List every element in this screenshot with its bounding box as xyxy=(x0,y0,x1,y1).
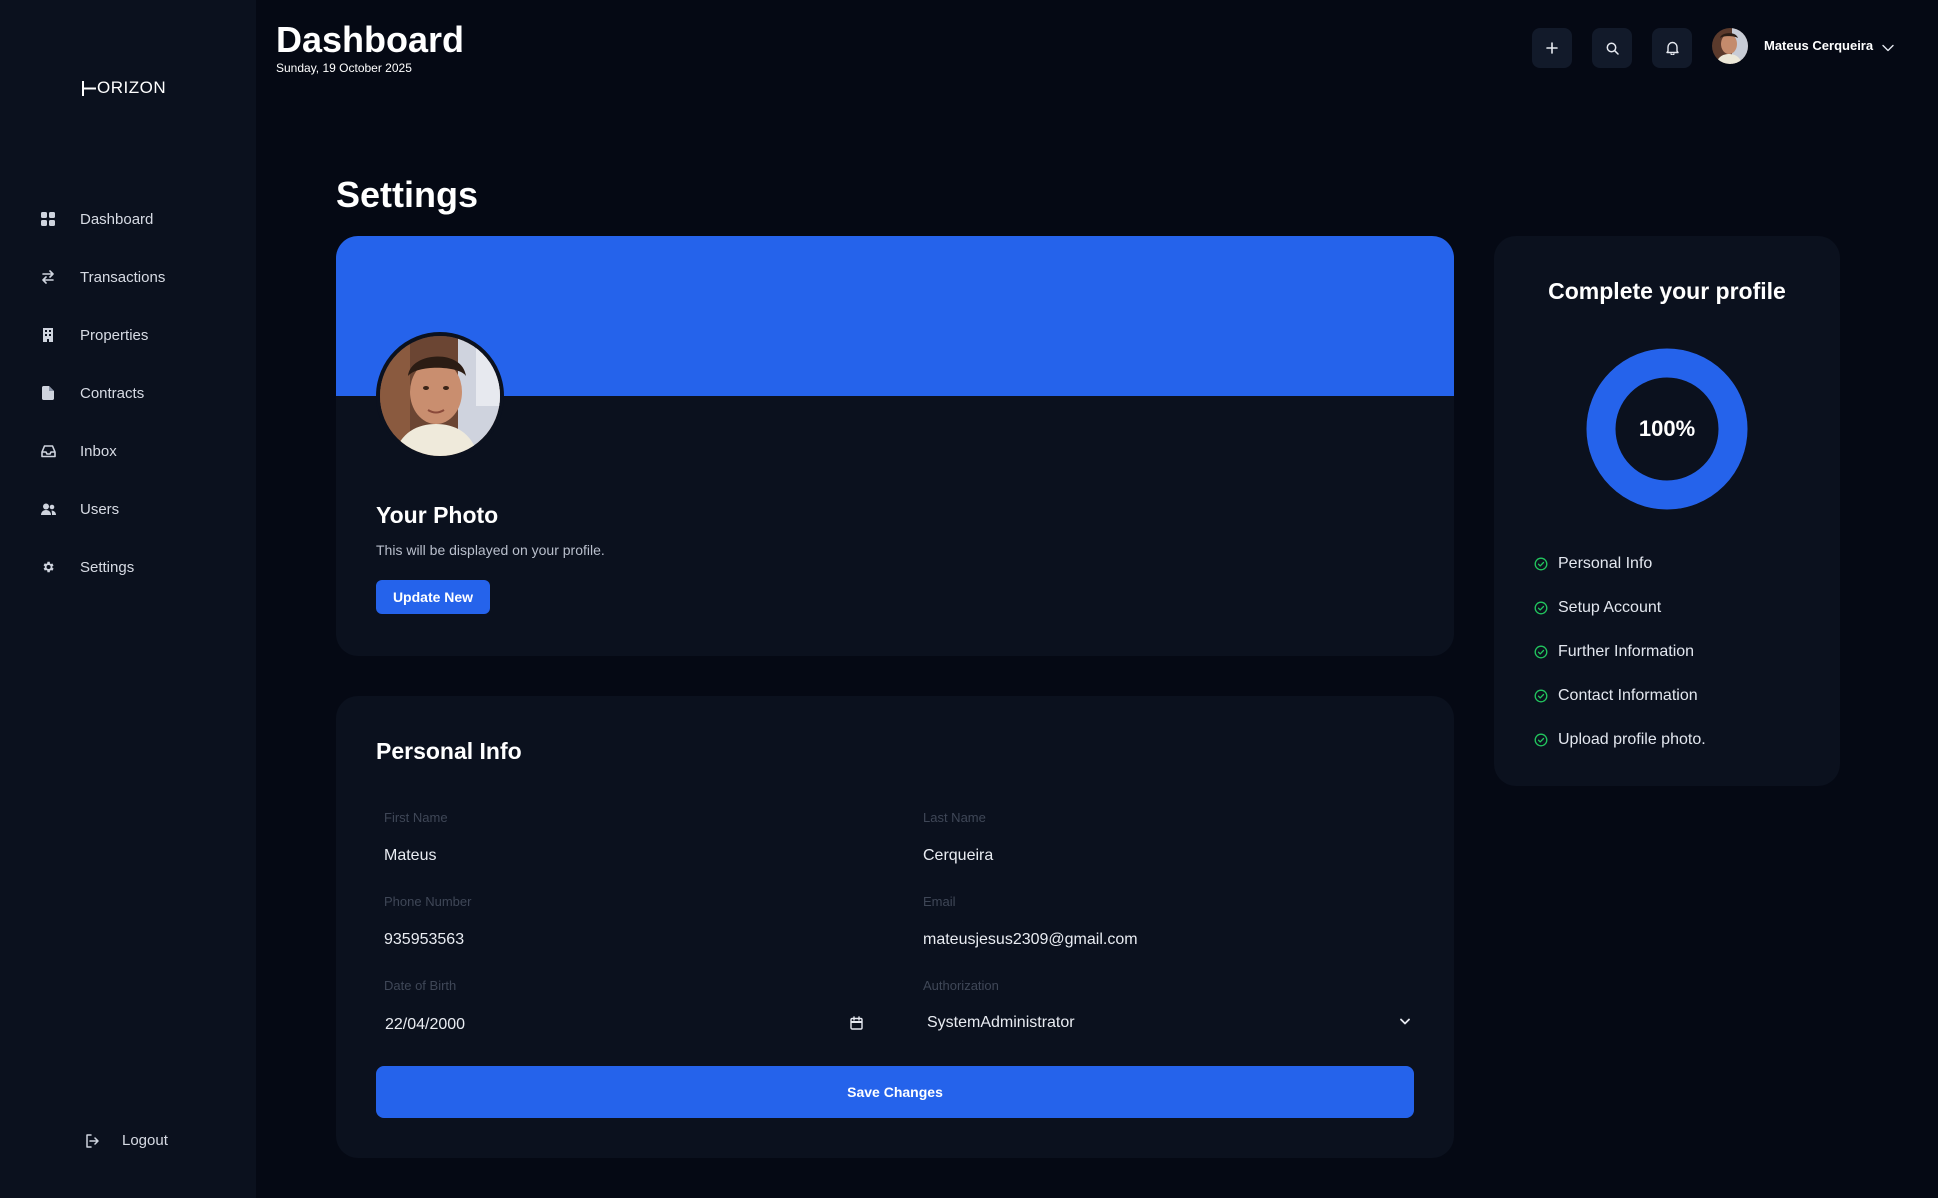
last-name-field[interactable]: Cerqueira xyxy=(923,847,993,865)
document-icon xyxy=(40,385,56,401)
dob-field[interactable]: 22/04/2000 xyxy=(385,1016,465,1034)
profile-photo xyxy=(376,332,504,460)
inbox-icon xyxy=(40,443,56,459)
profile-banner xyxy=(336,236,1454,396)
add-button[interactable] xyxy=(1532,28,1572,68)
sidebar-item-label: Contracts xyxy=(80,384,145,402)
phone-field[interactable]: 935953563 xyxy=(384,931,464,949)
first-name-label: First Name xyxy=(384,810,448,825)
checklist-label: Setup Account xyxy=(1558,599,1662,616)
chevron-down-icon[interactable] xyxy=(1882,39,1894,57)
check-circle-icon xyxy=(1534,601,1548,615)
save-changes-button[interactable]: Save Changes xyxy=(376,1066,1414,1118)
logout-icon xyxy=(84,1133,100,1149)
checklist-label: Upload profile photo. xyxy=(1558,731,1706,748)
chevron-down-icon[interactable] xyxy=(1400,1018,1410,1025)
sidebar-item-transactions[interactable]: Transactions xyxy=(0,248,256,306)
sidebar-item-label: Properties xyxy=(80,326,149,344)
phone-label: Phone Number xyxy=(384,894,472,909)
users-icon xyxy=(40,501,56,517)
h-bar-icon xyxy=(82,80,96,96)
update-photo-button[interactable]: Update New xyxy=(376,580,490,614)
list-item: Further Information xyxy=(1534,630,1706,674)
sidebar-item-contracts[interactable]: Contracts xyxy=(0,364,256,422)
authorization-label: Authorization xyxy=(923,978,999,993)
sidebar-item-dashboard[interactable]: Dashboard xyxy=(0,190,256,248)
search-button[interactable] xyxy=(1592,28,1632,68)
list-item: Contact Information xyxy=(1534,674,1706,718)
notifications-button[interactable] xyxy=(1652,28,1692,68)
checklist-label: Further Information xyxy=(1558,643,1695,660)
sidebar-item-label: Transactions xyxy=(80,268,166,286)
sidebar-item-label: Users xyxy=(80,500,120,518)
sidebar-item-label: Dashboard xyxy=(80,210,154,228)
building-icon xyxy=(40,327,56,343)
check-circle-icon xyxy=(1534,645,1548,659)
search-icon xyxy=(1606,42,1619,55)
photo-description: This will be displayed on your profile. xyxy=(376,542,605,558)
photo-title: Your Photo xyxy=(376,502,499,528)
authorization-select[interactable]: SystemAdministrator xyxy=(927,1014,1075,1032)
sidebar-item-inbox[interactable]: Inbox xyxy=(0,422,256,480)
sidebar-item-settings[interactable]: Settings xyxy=(0,538,256,596)
dob-label: Date of Birth xyxy=(384,978,457,993)
sidebar-item-properties[interactable]: Properties xyxy=(0,306,256,364)
check-circle-icon xyxy=(1534,557,1548,571)
logout-button[interactable]: Logout xyxy=(84,1132,168,1149)
bell-icon xyxy=(1665,41,1679,55)
page-title: Dashboard xyxy=(276,19,465,60)
completion-percent: 100% xyxy=(1638,416,1696,441)
checklist-label: Contact Information xyxy=(1558,687,1698,704)
logo-text: ORIZON xyxy=(97,78,167,97)
avatar[interactable] xyxy=(1712,28,1748,64)
profile-completion-title: Complete your profile xyxy=(1548,278,1786,304)
last-name-label: Last Name xyxy=(923,810,986,825)
checklist-label: Personal Info xyxy=(1558,555,1653,572)
check-circle-icon xyxy=(1534,733,1548,747)
calendar-icon[interactable] xyxy=(850,1016,863,1030)
personal-info-card: Personal Info First Name Mateus Last Nam… xyxy=(336,696,1454,1158)
email-field[interactable]: mateusjesus2309@gmail.com xyxy=(923,931,1138,949)
gear-icon xyxy=(40,559,56,575)
grid-icon xyxy=(40,211,56,227)
list-item: Upload profile photo. xyxy=(1534,718,1706,762)
plus-icon xyxy=(1546,42,1558,54)
profile-completion-card: Complete your profile 100% Personal Info… xyxy=(1494,236,1840,786)
logo[interactable]: ORIZON xyxy=(82,78,166,98)
check-circle-icon xyxy=(1534,689,1548,703)
sidebar-item-label: Inbox xyxy=(80,442,117,460)
sidebar: ORIZON Dashboard Transactions Properties… xyxy=(0,0,256,1198)
email-label: Email xyxy=(923,894,956,909)
personal-info-title: Personal Info xyxy=(376,738,522,764)
photo-card: Your Photo This will be displayed on you… xyxy=(336,236,1454,656)
sidebar-nav: Dashboard Transactions Properties Contra… xyxy=(0,190,256,596)
settings-title: Settings xyxy=(336,174,479,215)
profile-checklist: Personal Info Setup Account Further Info… xyxy=(1534,542,1706,762)
first-name-field[interactable]: Mateus xyxy=(384,847,436,865)
sidebar-item-users[interactable]: Users xyxy=(0,480,256,538)
list-item: Personal Info xyxy=(1534,542,1706,586)
user-name[interactable]: Mateus Cerqueira xyxy=(1764,38,1873,53)
sidebar-item-label: Settings xyxy=(80,558,135,576)
logout-label: Logout xyxy=(122,1132,168,1149)
page-date: Sunday, 19 October 2025 xyxy=(276,61,412,75)
arrows-exchange-icon xyxy=(40,269,56,285)
list-item: Setup Account xyxy=(1534,586,1706,630)
